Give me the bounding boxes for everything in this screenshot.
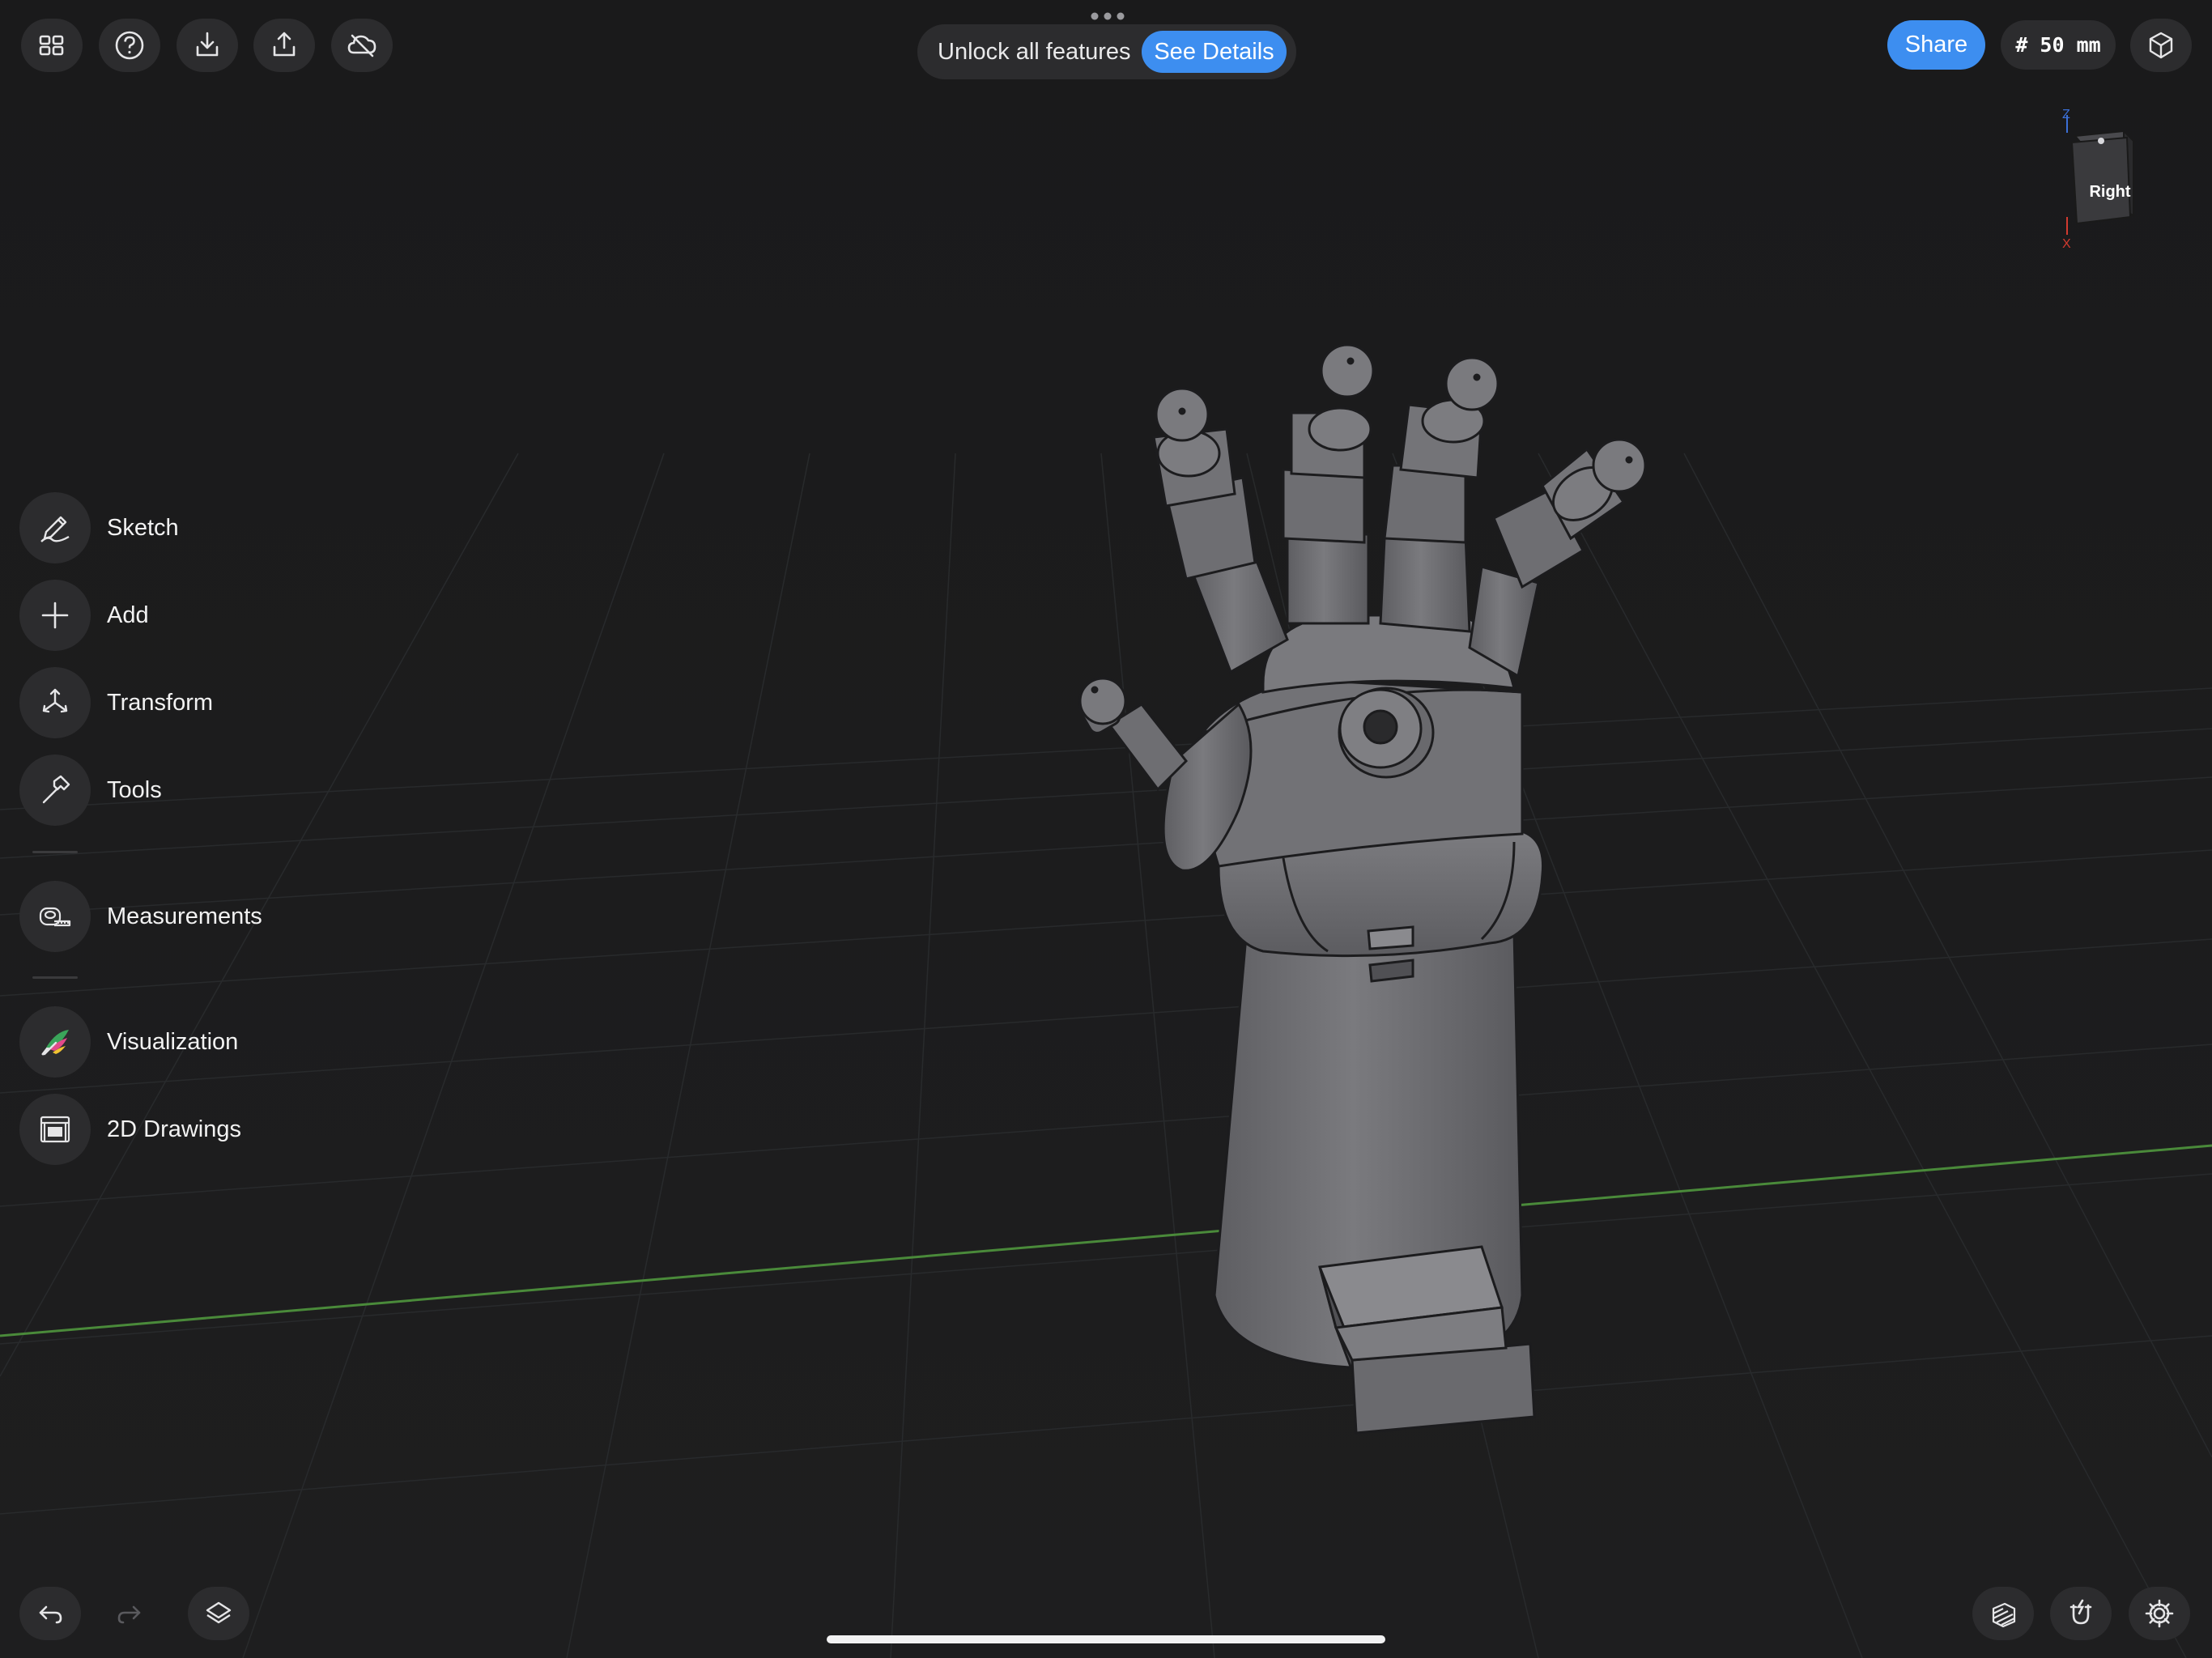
2d-drawings-icon-circle: [19, 1094, 91, 1165]
sidebar-divider: [32, 976, 78, 979]
view-mode-icon: [2149, 32, 2173, 59]
section-view-button[interactable]: [1972, 1587, 2034, 1640]
more-dots-icon[interactable]: [1090, 11, 1125, 21]
grid-size-button[interactable]: # 50 mm: [2001, 20, 2116, 70]
help-icon: [115, 31, 144, 60]
sidebar-divider: [32, 851, 78, 853]
section-view-icon: [1992, 1602, 2016, 1628]
settings-icon: [2145, 1599, 2174, 1628]
layers-icon: [206, 1601, 232, 1624]
view-cube-face-label: Right: [2089, 183, 2131, 201]
snap-magnet-icon: [2069, 1599, 2092, 1625]
share-button[interactable]: Share: [1887, 20, 1985, 70]
sidebar-item-label: 2D Drawings: [107, 1116, 241, 1142]
sidebar-item-add[interactable]: Add: [19, 579, 149, 652]
import-button[interactable]: [177, 19, 238, 72]
axis-x-label: X: [2062, 237, 2071, 251]
help-button[interactable]: [99, 19, 160, 72]
export-button[interactable]: [253, 19, 315, 72]
transform-icon-circle: [19, 667, 91, 738]
sidebar-item-sketch[interactable]: Sketch: [19, 491, 179, 564]
upgrade-banner-text: Unlock all features: [938, 39, 1131, 65]
cloud-off-icon: [347, 34, 376, 57]
home-indicator[interactable]: [827, 1635, 1385, 1643]
sidebar-item-2d-drawings[interactable]: 2D Drawings: [19, 1093, 241, 1166]
upgrade-banner: Unlock all features See Details: [917, 24, 1296, 79]
cloud-sync-button[interactable]: [331, 19, 393, 72]
sidebar-item-tools[interactable]: Tools: [19, 754, 162, 827]
pencil-icon: [40, 516, 70, 542]
axis-z-label: Z: [2062, 108, 2070, 121]
undo-button[interactable]: [19, 1587, 81, 1640]
settings-button[interactable]: [2129, 1587, 2190, 1640]
tape-measure-icon: [39, 907, 71, 927]
import-icon: [196, 32, 219, 57]
view-cube[interactable]: Z X: [2052, 105, 2150, 251]
sidebar-item-transform[interactable]: Transform: [19, 666, 213, 739]
see-details-button[interactable]: See Details: [1142, 31, 1287, 73]
redo-icon: [117, 1605, 141, 1624]
measurements-icon-circle: [19, 881, 91, 952]
drawing-sheet-icon: [40, 1116, 70, 1143]
tools-icon-circle: [19, 755, 91, 826]
palette-icon: [41, 1030, 69, 1056]
visualization-icon-circle: [19, 1006, 91, 1078]
snap-magnet-button[interactable]: [2050, 1587, 2112, 1640]
hammer-icon: [42, 775, 70, 804]
sidebar-item-label: Transform: [107, 689, 214, 716]
grid-icon: [39, 35, 64, 56]
redo-button[interactable]: [99, 1587, 160, 1640]
view-mode-button[interactable]: [2130, 19, 2192, 72]
sidebar-item-label: Sketch: [107, 514, 179, 541]
sidebar-item-label: Measurements: [107, 903, 262, 929]
add-icon-circle: [19, 580, 91, 651]
plus-icon: [41, 602, 69, 629]
sketch-icon-circle: [19, 492, 91, 563]
sidebar-item-label: Tools: [107, 776, 162, 803]
sidebar-item-label: Visualization: [107, 1028, 239, 1055]
export-icon: [273, 32, 296, 57]
sidebar-item-measurements[interactable]: Measurements: [19, 880, 262, 953]
transform-arrows-icon: [42, 688, 68, 713]
layers-button[interactable]: [188, 1587, 249, 1640]
undo-icon: [39, 1605, 62, 1624]
3d-viewport[interactable]: [0, 0, 2212, 1658]
apps-grid-button[interactable]: [21, 19, 83, 72]
sidebar-item-visualization[interactable]: Visualization: [19, 1005, 238, 1078]
sidebar-item-label: Add: [107, 602, 149, 628]
